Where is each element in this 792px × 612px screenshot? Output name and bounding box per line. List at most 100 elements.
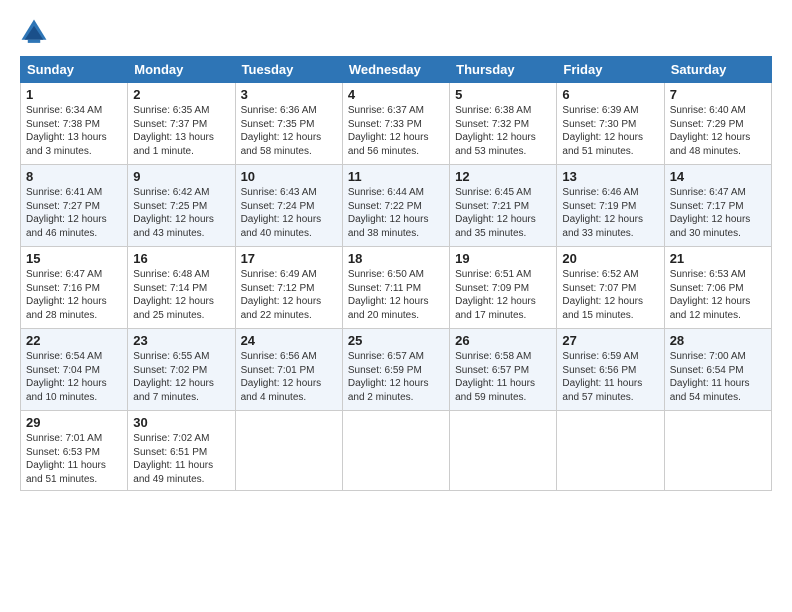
calendar-cell: 21 Sunrise: 6:53 AMSunset: 7:06 PMDayligh…: [664, 247, 771, 329]
calendar-cell: 4 Sunrise: 6:37 AMSunset: 7:33 PMDaylight…: [342, 83, 449, 165]
day-info: Sunrise: 6:50 AMSunset: 7:11 PMDaylight:…: [348, 268, 444, 322]
header-row: SundayMondayTuesdayWednesdayThursdayFrid…: [21, 57, 772, 83]
day-number: 15: [26, 251, 122, 266]
day-info: Sunrise: 6:34 AMSunset: 7:38 PMDaylight:…: [26, 104, 122, 158]
day-number: 10: [241, 169, 337, 184]
calendar-cell: 1 Sunrise: 6:34 AMSunset: 7:38 PMDaylight…: [21, 83, 128, 165]
day-number: 2: [133, 87, 229, 102]
col-header-sunday: Sunday: [21, 57, 128, 83]
col-header-monday: Monday: [128, 57, 235, 83]
day-number: 11: [348, 169, 444, 184]
col-header-thursday: Thursday: [450, 57, 557, 83]
day-info: Sunrise: 6:41 AMSunset: 7:27 PMDaylight:…: [26, 186, 122, 240]
calendar-cell: 19 Sunrise: 6:51 AMSunset: 7:09 PMDayligh…: [450, 247, 557, 329]
calendar-cell: 14 Sunrise: 6:47 AMSunset: 7:17 PMDayligh…: [664, 165, 771, 247]
day-info: Sunrise: 7:00 AMSunset: 6:54 PMDaylight:…: [670, 350, 766, 404]
col-header-wednesday: Wednesday: [342, 57, 449, 83]
calendar-cell: 7 Sunrise: 6:40 AMSunset: 7:29 PMDaylight…: [664, 83, 771, 165]
day-number: 20: [562, 251, 658, 266]
day-number: 29: [26, 415, 122, 430]
calendar-cell: 20 Sunrise: 6:52 AMSunset: 7:07 PMDayligh…: [557, 247, 664, 329]
calendar-cell: 17 Sunrise: 6:49 AMSunset: 7:12 PMDayligh…: [235, 247, 342, 329]
day-info: Sunrise: 7:02 AMSunset: 6:51 PMDaylight:…: [133, 432, 229, 486]
day-info: Sunrise: 6:57 AMSunset: 6:59 PMDaylight:…: [348, 350, 444, 404]
logo-icon: [20, 18, 48, 46]
day-number: 22: [26, 333, 122, 348]
calendar-cell: 28 Sunrise: 7:00 AMSunset: 6:54 PMDayligh…: [664, 329, 771, 411]
day-number: 26: [455, 333, 551, 348]
calendar-cell: 23 Sunrise: 6:55 AMSunset: 7:02 PMDayligh…: [128, 329, 235, 411]
calendar-cell: 11 Sunrise: 6:44 AMSunset: 7:22 PMDayligh…: [342, 165, 449, 247]
calendar-cell: 10 Sunrise: 6:43 AMSunset: 7:24 PMDayligh…: [235, 165, 342, 247]
day-number: 25: [348, 333, 444, 348]
day-number: 6: [562, 87, 658, 102]
day-number: 19: [455, 251, 551, 266]
calendar-cell: 26 Sunrise: 6:58 AMSunset: 6:57 PMDayligh…: [450, 329, 557, 411]
day-number: 24: [241, 333, 337, 348]
calendar-cell: 12Sunrise: 6:45 AMSunset: 7:21 PMDayligh…: [450, 165, 557, 247]
calendar-cell: [235, 411, 342, 491]
calendar-cell: 13 Sunrise: 6:46 AMSunset: 7:19 PMDayligh…: [557, 165, 664, 247]
calendar-cell: 24 Sunrise: 6:56 AMSunset: 7:01 PMDayligh…: [235, 329, 342, 411]
col-header-friday: Friday: [557, 57, 664, 83]
day-info: Sunrise: 6:58 AMSunset: 6:57 PMDaylight:…: [455, 350, 551, 404]
day-info: Sunrise: 6:47 AMSunset: 7:16 PMDaylight:…: [26, 268, 122, 322]
day-info: Sunrise: 6:51 AMSunset: 7:09 PMDaylight:…: [455, 268, 551, 322]
day-number: 27: [562, 333, 658, 348]
calendar-cell: 25 Sunrise: 6:57 AMSunset: 6:59 PMDayligh…: [342, 329, 449, 411]
calendar-cell: 18 Sunrise: 6:50 AMSunset: 7:11 PMDayligh…: [342, 247, 449, 329]
day-number: 3: [241, 87, 337, 102]
day-number: 13: [562, 169, 658, 184]
day-number: 1: [26, 87, 122, 102]
header: [20, 18, 772, 46]
day-info: Sunrise: 6:42 AMSunset: 7:25 PMDaylight:…: [133, 186, 229, 240]
day-number: 8: [26, 169, 122, 184]
day-info: Sunrise: 6:48 AMSunset: 7:14 PMDaylight:…: [133, 268, 229, 322]
day-info: Sunrise: 6:47 AMSunset: 7:17 PMDaylight:…: [670, 186, 766, 240]
day-number: 23: [133, 333, 229, 348]
col-header-tuesday: Tuesday: [235, 57, 342, 83]
calendar-cell: 3Sunrise: 6:36 AMSunset: 7:35 PMDaylight…: [235, 83, 342, 165]
day-info: Sunrise: 6:56 AMSunset: 7:01 PMDaylight:…: [241, 350, 337, 404]
day-info: Sunrise: 6:59 AMSunset: 6:56 PMDaylight:…: [562, 350, 658, 404]
calendar-cell: 9 Sunrise: 6:42 AMSunset: 7:25 PMDaylight…: [128, 165, 235, 247]
day-info: Sunrise: 6:55 AMSunset: 7:02 PMDaylight:…: [133, 350, 229, 404]
day-number: 9: [133, 169, 229, 184]
day-number: 18: [348, 251, 444, 266]
col-header-saturday: Saturday: [664, 57, 771, 83]
day-info: Sunrise: 6:43 AMSunset: 7:24 PMDaylight:…: [241, 186, 337, 240]
calendar-cell: 16Sunrise: 6:48 AMSunset: 7:14 PMDayligh…: [128, 247, 235, 329]
day-info: Sunrise: 6:45 AMSunset: 7:21 PMDaylight:…: [455, 186, 551, 240]
logo: [20, 18, 52, 46]
calendar-cell: 30 Sunrise: 7:02 AMSunset: 6:51 PMDayligh…: [128, 411, 235, 491]
day-info: Sunrise: 6:53 AMSunset: 7:06 PMDaylight:…: [670, 268, 766, 322]
day-info: Sunrise: 6:35 AMSunset: 7:37 PMDaylight:…: [133, 104, 229, 158]
day-info: Sunrise: 6:52 AMSunset: 7:07 PMDaylight:…: [562, 268, 658, 322]
day-number: 28: [670, 333, 766, 348]
calendar-cell: 22Sunrise: 6:54 AMSunset: 7:04 PMDayligh…: [21, 329, 128, 411]
day-info: Sunrise: 6:37 AMSunset: 7:33 PMDaylight:…: [348, 104, 444, 158]
calendar-cell: [342, 411, 449, 491]
day-number: 5: [455, 87, 551, 102]
day-info: Sunrise: 6:46 AMSunset: 7:19 PMDaylight:…: [562, 186, 658, 240]
calendar-cell: [664, 411, 771, 491]
day-number: 21: [670, 251, 766, 266]
day-number: 7: [670, 87, 766, 102]
day-info: Sunrise: 6:44 AMSunset: 7:22 PMDaylight:…: [348, 186, 444, 240]
day-info: Sunrise: 6:38 AMSunset: 7:32 PMDaylight:…: [455, 104, 551, 158]
day-number: 4: [348, 87, 444, 102]
calendar-cell: 29 Sunrise: 7:01 AMSunset: 6:53 PMDayligh…: [21, 411, 128, 491]
day-info: Sunrise: 7:01 AMSunset: 6:53 PMDaylight:…: [26, 432, 122, 486]
day-number: 17: [241, 251, 337, 266]
calendar-cell: [450, 411, 557, 491]
day-info: Sunrise: 6:49 AMSunset: 7:12 PMDaylight:…: [241, 268, 337, 322]
calendar-cell: 8 Sunrise: 6:41 AMSunset: 7:27 PMDaylight…: [21, 165, 128, 247]
calendar-cell: 15 Sunrise: 6:47 AMSunset: 7:16 PMDayligh…: [21, 247, 128, 329]
page: SundayMondayTuesdayWednesdayThursdayFrid…: [0, 0, 792, 501]
calendar-cell: 27 Sunrise: 6:59 AMSunset: 6:56 PMDayligh…: [557, 329, 664, 411]
day-number: 30: [133, 415, 229, 430]
day-number: 14: [670, 169, 766, 184]
day-info: Sunrise: 6:40 AMSunset: 7:29 PMDaylight:…: [670, 104, 766, 158]
calendar-cell: 2 Sunrise: 6:35 AMSunset: 7:37 PMDaylight…: [128, 83, 235, 165]
calendar-table: SundayMondayTuesdayWednesdayThursdayFrid…: [20, 56, 772, 491]
